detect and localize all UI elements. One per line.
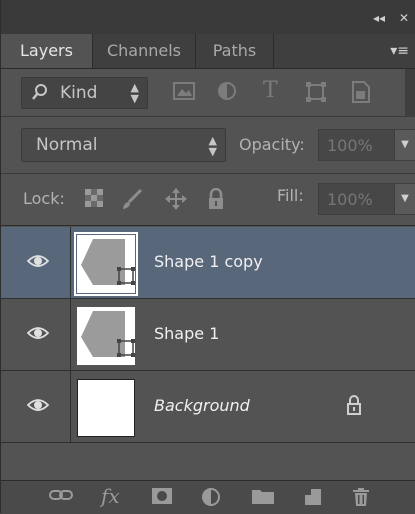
collapse-panel-icon[interactable]: ◂◂ — [373, 11, 385, 25]
fill-dropdown-icon[interactable]: ▼ — [394, 183, 415, 215]
smart-object-filter-icon[interactable] — [351, 81, 371, 108]
tab-channels[interactable]: Channels — [93, 34, 196, 68]
tab-layers[interactable]: Layers — [1, 34, 93, 68]
tab-paths[interactable]: Paths — [196, 34, 274, 68]
lock-all-icon[interactable] — [207, 187, 225, 215]
visibility-toggle[interactable] — [1, 227, 71, 299]
layer-style-icon[interactable]: fx — [101, 484, 120, 508]
blend-mode-select[interactable]: Normal ▲ ▼ — [21, 128, 226, 162]
type-filter-icon[interactable]: T — [263, 78, 278, 103]
layer-name[interactable]: Shape 1 copy — [154, 252, 263, 271]
shape-filter-icon[interactable] — [305, 81, 327, 108]
shape-thumbnail-icon — [77, 235, 135, 293]
layer-row-shape-1-copy[interactable]: Shape 1 copy — [1, 227, 415, 299]
layer-name[interactable]: Shape 1 — [154, 324, 219, 343]
new-adjustment-icon[interactable] — [201, 487, 221, 512]
layer-thumbnail — [74, 232, 138, 296]
lock-row: Lock: Fill: 100% ▼ — [1, 174, 415, 226]
opacity-dropdown-icon[interactable]: ▼ — [394, 129, 415, 161]
layer-thumbnail — [77, 307, 135, 365]
adjustment-filter-icon[interactable] — [217, 81, 237, 106]
opacity-input[interactable]: 100% — [318, 129, 396, 161]
panel-title-strip: ◂◂ ✕ — [1, 0, 415, 34]
new-group-icon[interactable] — [251, 487, 275, 510]
shape-thumbnail-icon — [77, 307, 135, 365]
eye-icon — [27, 327, 49, 339]
filter-row: Kind ▲ ▼ T — [1, 69, 415, 117]
fill-label: Fill: — [277, 186, 304, 205]
spinner-arrows-icon: ▲ ▼ — [208, 134, 217, 158]
filter-kind-label: Kind — [60, 83, 98, 103]
search-icon — [32, 83, 48, 105]
fill-input[interactable]: 100% — [318, 183, 396, 215]
blend-row: Normal ▲ ▼ Opacity: 100% ▼ — [1, 118, 415, 174]
layers-panel: ◂◂ ✕ Layers Channels Paths ▾≡ Kind ▲▼ T — [0, 0, 415, 514]
layer-lock-icon — [346, 395, 362, 420]
close-panel-icon[interactable]: ✕ — [399, 11, 409, 25]
lock-label: Lock: — [23, 189, 65, 208]
new-layer-icon[interactable] — [303, 487, 323, 512]
layer-name[interactable]: Background — [154, 396, 250, 415]
filter-kind-select[interactable]: Kind ▲ ▼ — [21, 77, 148, 109]
filter-toggle[interactable] — [405, 69, 415, 117]
blend-mode-value: Normal — [36, 135, 98, 155]
layers-toolbar: fx — [1, 480, 415, 514]
eye-icon — [27, 255, 49, 267]
visibility-toggle[interactable] — [1, 371, 71, 443]
layer-thumbnail — [77, 379, 135, 437]
eye-icon — [27, 399, 49, 411]
layers-empty-area — [1, 444, 415, 480]
panel-tabs: Layers Channels Paths ▾≡ — [1, 34, 415, 69]
spinner-arrows-icon: ▲ ▼ — [130, 81, 139, 105]
panel-menu-icon[interactable]: ▾≡ — [390, 43, 409, 59]
pixel-filter-icon[interactable] — [173, 81, 195, 106]
layer-row-shape-1[interactable]: Shape 1 — [1, 299, 415, 371]
lock-transparent-pixels-icon[interactable] — [85, 188, 103, 212]
link-layers-icon[interactable] — [49, 487, 73, 508]
add-mask-icon[interactable] — [151, 487, 173, 510]
delete-layer-icon[interactable] — [351, 487, 371, 512]
opacity-label: Opacity: — [239, 135, 305, 154]
lock-position-icon[interactable] — [165, 188, 187, 215]
layer-row-background[interactable]: Background — [1, 371, 415, 443]
lock-image-pixels-icon[interactable] — [121, 188, 143, 215]
visibility-toggle[interactable] — [1, 299, 71, 371]
